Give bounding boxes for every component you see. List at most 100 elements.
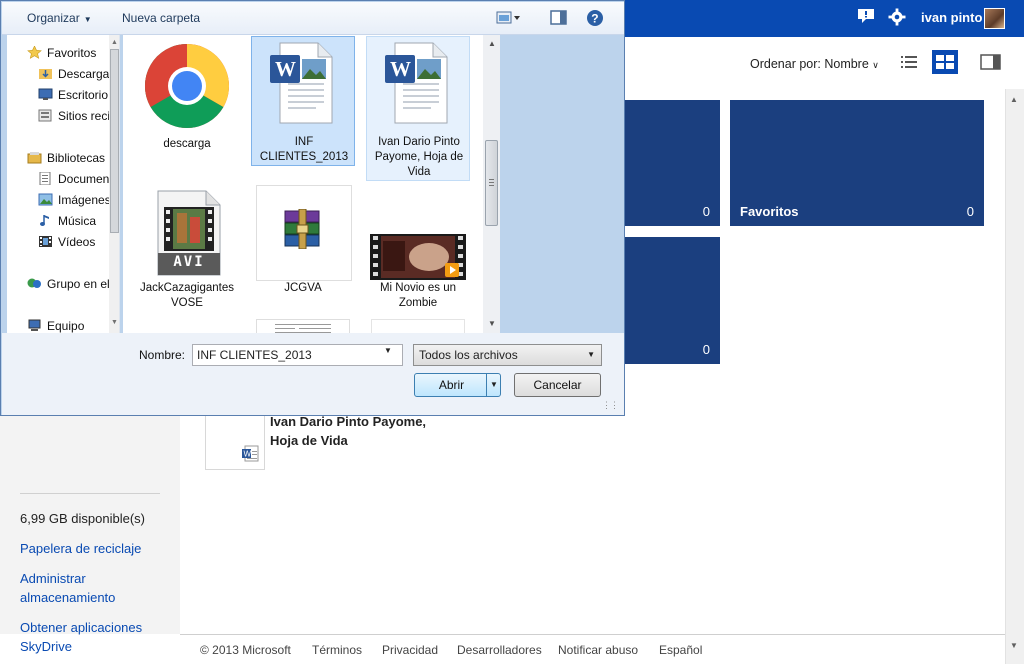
scroll-thumb[interactable] [110, 49, 119, 233]
nav-label: Vídeos [58, 235, 96, 249]
document-thumbnail[interactable]: W [205, 409, 265, 470]
file-name: JCGVA [284, 282, 322, 294]
nav-desktop[interactable]: Escritorio [38, 86, 108, 104]
help-icon: ? [587, 10, 603, 26]
document-thumbnail-icon [275, 324, 331, 333]
tile-count: 0 [966, 204, 974, 219]
feedback-icon[interactable] [856, 8, 876, 28]
nav-videos[interactable]: Vídeos [38, 233, 95, 251]
file-item[interactable]: descarga [135, 39, 239, 157]
nav-music[interactable]: Música [38, 212, 96, 230]
svg-text:?: ? [591, 12, 598, 26]
footer-link-terms[interactable]: Términos [312, 643, 362, 657]
dropdown-arrow-icon: ▼ [83, 15, 92, 24]
footer-link-privacy[interactable]: Privacidad [382, 643, 438, 657]
scroll-up-icon[interactable]: ▲ [1010, 95, 1018, 104]
navigation-scrollbar[interactable]: ▲ ▼ [109, 35, 119, 333]
thumbnail-view-button[interactable] [932, 50, 958, 74]
folder-tile[interactable]: 0 [625, 100, 720, 226]
gear-icon[interactable] [887, 8, 907, 28]
nav-computer[interactable]: Equipo [27, 317, 84, 333]
file-item[interactable]: AVI JackCazagigantes VOSE [135, 185, 239, 315]
documents-icon [39, 172, 51, 185]
get-apps-link[interactable]: Obtener aplicaciones SkyDrive [20, 618, 142, 656]
word-document-icon: W [242, 445, 259, 462]
tile-count: 0 [702, 204, 710, 219]
file-name: JackCazagigantes VOSE [135, 281, 239, 311]
help-button[interactable]: ? [586, 9, 604, 30]
nav-homegroup[interactable]: Grupo en el hogar [27, 275, 119, 293]
scroll-down-icon[interactable]: ▼ [111, 319, 118, 326]
change-view-button[interactable] [496, 10, 522, 29]
view-options-icon [496, 11, 520, 24]
word-document-icon: W [270, 42, 333, 124]
document-title[interactable]: Ivan Dario Pinto Payome, Hoja de Vida [270, 412, 470, 450]
user-name[interactable]: ivan pinto [921, 10, 982, 25]
file-item[interactable]: JCGVA [251, 185, 355, 315]
svg-text:W: W [244, 450, 252, 459]
organize-button[interactable]: Organizar ▼ [27, 11, 92, 25]
nav-documents[interactable]: Documentos [38, 170, 119, 188]
list-view-button[interactable] [897, 50, 923, 74]
chrome-icon [144, 43, 230, 129]
images-icon [38, 193, 53, 206]
new-folder-button[interactable]: Nueva carpeta [122, 11, 200, 25]
recent-places-icon [38, 109, 52, 122]
preview-pane-button[interactable] [550, 10, 568, 29]
file-name: Mi Novio es un Zombie [366, 281, 470, 311]
footer-link-developers[interactable]: Desarrolladores [457, 643, 542, 657]
file-name-input[interactable]: INF CLIENTES_2013 [192, 344, 403, 366]
folder-tile-favoritos[interactable]: Favoritos 0 [730, 100, 984, 226]
star-icon [27, 46, 42, 59]
footer-link-report-abuse[interactable]: Notificar abuso [558, 643, 638, 657]
file-list-scrollbar[interactable]: ▲ ▼ [483, 35, 500, 333]
file-item-selected[interactable]: W INF CLIENTES_2013 [251, 36, 355, 166]
open-file-dialog: Organizar ▼ Nueva carpeta ? Favoritos Des… [0, 0, 625, 416]
resize-grip-icon[interactable]: ⋮⋮ [602, 400, 619, 411]
file-name-line: Payome, Hoja de [374, 151, 464, 163]
sort-dropdown[interactable]: Ordenar por: Nombre ∨ [750, 57, 879, 71]
copyright: © 2013 Microsoft [200, 643, 291, 657]
pane-icon [980, 54, 1001, 70]
divider [20, 493, 160, 494]
nav-label: Escritorio [58, 88, 109, 102]
nav-libraries[interactable]: Bibliotecas [27, 149, 105, 167]
file-item[interactable]: Mi Novio es un Zombie [366, 185, 470, 315]
desktop-icon [38, 88, 53, 100]
file-item[interactable] [256, 319, 350, 333]
downloads-folder-icon [39, 69, 52, 79]
nav-label: Bibliotecas [47, 151, 106, 165]
chevron-down-icon[interactable]: ▼ [384, 346, 392, 355]
file-item[interactable]: W Ivan Dario Pinto Payome, Hoja de Vida [366, 36, 470, 181]
scroll-up-icon[interactable]: ▲ [111, 39, 118, 46]
recycle-bin-link[interactable]: Papelera de reciclaje [20, 539, 141, 558]
cancel-button[interactable]: Cancelar [514, 373, 601, 397]
scroll-down-icon[interactable]: ▼ [1010, 641, 1018, 650]
nav-favorites[interactable]: Favoritos [27, 44, 96, 62]
page-scrollbar[interactable]: ▲ ▼ [1005, 89, 1024, 664]
dialog-footer: Nombre: INF CLIENTES_2013 ▼ Todos los ar… [2, 333, 624, 415]
manage-storage-link[interactable]: Administrar almacenamiento [20, 569, 115, 607]
scroll-down-icon[interactable]: ▼ [488, 319, 496, 328]
avatar[interactable] [984, 8, 1005, 29]
nav-downloads[interactable]: Descargas [38, 65, 115, 83]
document-title-line: Hoja de Vida [270, 433, 348, 448]
nav-images[interactable]: Imágenes [38, 191, 111, 209]
footer-link-language[interactable]: Español [659, 643, 702, 657]
file-name: INF CLIENTES_2013 [252, 135, 356, 165]
file-type-select[interactable]: Todos los archivos ▼ [413, 344, 602, 366]
nav-recent-places[interactable]: Sitios recientes [38, 107, 119, 125]
scroll-thumb[interactable] [485, 140, 498, 226]
folder-tile[interactable]: 0 [625, 237, 720, 364]
scroll-up-icon[interactable]: ▲ [488, 39, 496, 48]
sort-label: Ordenar por: Nombre [750, 57, 869, 71]
file-item[interactable] [371, 319, 465, 333]
svg-text:W: W [275, 57, 296, 81]
footer: © 2013 Microsoft Términos Privacidad Des… [180, 634, 1005, 664]
details-pane-button[interactable] [978, 50, 1004, 74]
link-line: SkyDrive [20, 639, 73, 654]
list-icon [901, 56, 917, 68]
open-button[interactable]: Abrir [414, 373, 501, 397]
open-label: Abrir [438, 378, 465, 392]
open-options-arrow-icon[interactable]: ▼ [490, 380, 498, 389]
